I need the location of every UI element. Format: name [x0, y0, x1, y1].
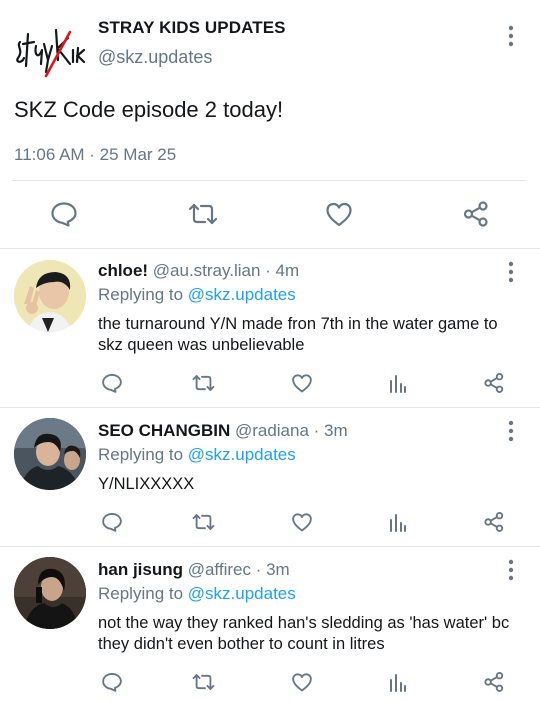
- reply-header: SEO CHANGBIN @radiana · 3m: [98, 421, 348, 441]
- reply-icon[interactable]: [50, 201, 78, 227]
- more-options-icon[interactable]: [506, 420, 516, 442]
- mention-link[interactable]: @skz.updates: [188, 445, 296, 464]
- reply-icon[interactable]: [101, 373, 123, 393]
- reply-author-name[interactable]: SEO CHANGBIN: [98, 421, 230, 440]
- reply-tweet[interactable]: SEO CHANGBIN @radiana · 3m Replying to @…: [0, 408, 540, 547]
- reply-text: Y/NLIXXXXX: [98, 475, 195, 493]
- share-icon[interactable]: [483, 372, 505, 394]
- reply-header: chloe! @au.stray.lian · 4m: [98, 261, 299, 281]
- reply-text: not the way they ranked han's sledding a…: [98, 614, 510, 653]
- reply-tweet[interactable]: chloe! @au.stray.lian · 4m Replying to @…: [0, 249, 540, 408]
- reply-handle-time: @affirec · 3m: [183, 560, 290, 579]
- like-icon[interactable]: [291, 512, 313, 532]
- avatar[interactable]: [14, 418, 86, 490]
- main-tweet: STRAY KIDS UPDATES @skz.updates SKZ Code…: [0, 0, 540, 249]
- share-icon[interactable]: [483, 671, 505, 693]
- more-options-icon[interactable]: [506, 559, 516, 581]
- reply-text: the turnaround Y/N made fron 7th in the …: [98, 315, 498, 354]
- analytics-icon[interactable]: [389, 672, 407, 692]
- more-options-icon[interactable]: [506, 261, 516, 283]
- tweet-timestamp: 11:06 AM · 25 Mar 25: [14, 145, 177, 164]
- share-icon[interactable]: [483, 511, 505, 533]
- replying-to: Replying to @skz.updates: [98, 445, 296, 465]
- replying-prefix: Replying to: [98, 584, 188, 603]
- share-icon[interactable]: [462, 200, 490, 228]
- mention-link[interactable]: @skz.updates: [188, 285, 296, 304]
- divider: [12, 180, 526, 181]
- tweet-text: SKZ Code episode 2 today!: [14, 97, 284, 122]
- like-icon[interactable]: [325, 201, 353, 227]
- avatar[interactable]: [14, 557, 86, 629]
- replying-prefix: Replying to: [98, 445, 188, 464]
- more-options-icon[interactable]: [506, 25, 516, 47]
- reply-author-name[interactable]: chloe!: [98, 261, 148, 280]
- retweet-icon[interactable]: [191, 373, 216, 393]
- reply-tweet[interactable]: han jisung @affirec · 3m Replying to @sk…: [0, 547, 540, 702]
- reply-icon[interactable]: [101, 672, 123, 692]
- reply-icon[interactable]: [101, 512, 123, 532]
- author-name[interactable]: STRAY KIDS UPDATES: [98, 18, 286, 38]
- reply-handle-time: @au.stray.lian · 4m: [148, 261, 300, 280]
- stray-kids-logo[interactable]: [12, 20, 88, 78]
- retweet-icon[interactable]: [187, 201, 219, 227]
- like-icon[interactable]: [291, 672, 313, 692]
- mention-link[interactable]: @skz.updates: [188, 584, 296, 603]
- replying-prefix: Replying to: [98, 285, 188, 304]
- replying-to: Replying to @skz.updates: [98, 285, 296, 305]
- retweet-icon[interactable]: [191, 672, 216, 692]
- reply-header: han jisung @affirec · 3m: [98, 560, 290, 580]
- retweet-icon[interactable]: [191, 512, 216, 532]
- like-icon[interactable]: [291, 373, 313, 393]
- reply-author-name[interactable]: han jisung: [98, 560, 183, 579]
- analytics-icon[interactable]: [389, 512, 407, 532]
- replying-to: Replying to @skz.updates: [98, 584, 296, 604]
- avatar[interactable]: [14, 260, 86, 332]
- reply-handle-time: @radiana · 3m: [230, 421, 348, 440]
- author-handle[interactable]: @skz.updates: [98, 47, 212, 68]
- analytics-icon[interactable]: [389, 373, 407, 393]
